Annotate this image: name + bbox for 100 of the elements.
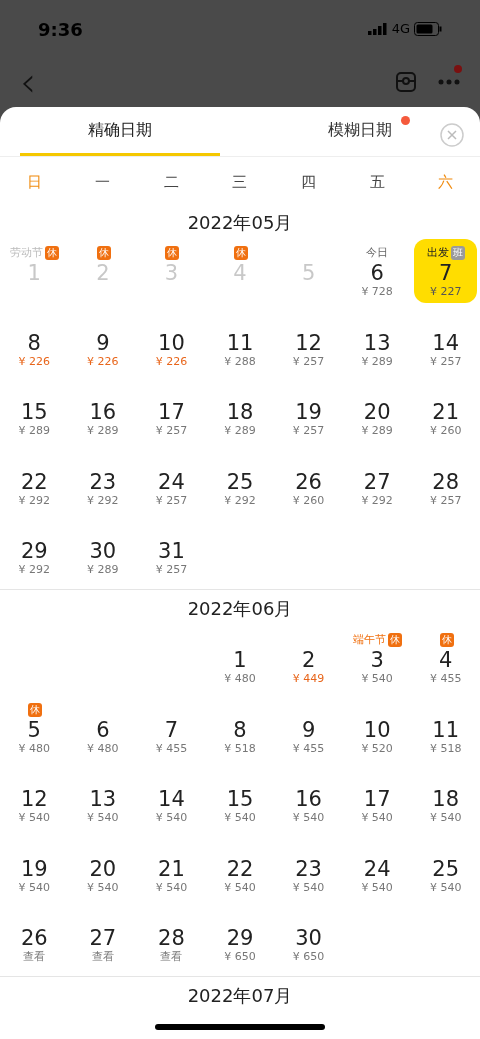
date-cell[interactable]: 8 ¥ 518 [208, 695, 272, 760]
date-cell[interactable]: 28 ¥ 257 [414, 447, 477, 512]
date-cell[interactable]: 出发 班 7 ¥ 227 [414, 239, 477, 303]
date-cell[interactable]: 1 ¥ 480 [208, 625, 272, 690]
day-price: ¥ 260 [429, 424, 462, 439]
day-number: 31 [158, 539, 185, 564]
date-cell[interactable]: 17 ¥ 257 [140, 378, 203, 443]
day-price: ¥ 257 [155, 493, 188, 508]
date-cell[interactable]: 30 ¥ 650 [277, 904, 340, 969]
day-number: 30 [295, 926, 322, 951]
date-cell[interactable]: 10 ¥ 226 [140, 308, 203, 373]
date-cell[interactable]: 24 ¥ 257 [140, 447, 203, 512]
day-price: ¥ 540 [292, 880, 325, 895]
day-number: 18 [226, 400, 254, 425]
day-price: ¥ 540 [87, 880, 119, 895]
day-number: 19 [295, 400, 322, 425]
date-cell[interactable]: 25 ¥ 540 [414, 834, 477, 899]
date-cell[interactable]: 休 5 ¥ 480 [3, 695, 66, 760]
day-price: ¥ 289 [361, 424, 393, 439]
date-cell[interactable]: 13 ¥ 540 [71, 765, 135, 830]
holiday-tag: 休 [165, 246, 180, 260]
date-cell[interactable]: 29 ¥ 292 [3, 517, 66, 582]
date-cell[interactable]: 15 ¥ 540 [208, 765, 272, 830]
date-cell[interactable]: 9 ¥ 226 [71, 308, 135, 373]
day-number: 5 [27, 717, 41, 742]
date-cell[interactable]: 22 ¥ 540 [208, 834, 272, 899]
date-cell[interactable]: 27 查看 [71, 904, 135, 969]
date-cell[interactable]: 27 ¥ 292 [345, 447, 409, 512]
day-price: ¥ 292 [18, 493, 51, 508]
more-icon[interactable] [438, 78, 460, 85]
date-cell[interactable]: 休 4 ¥ 455 [414, 625, 477, 690]
day-number: 12 [295, 330, 322, 355]
date-cell[interactable]: 端午节 休 3 ¥ 540 [345, 625, 409, 690]
date-cell[interactable]: 31 ¥ 257 [140, 517, 203, 582]
date-cell[interactable]: 19 ¥ 540 [3, 834, 66, 899]
close-icon[interactable] [440, 123, 464, 147]
date-cell[interactable]: 21 ¥ 260 [414, 378, 477, 443]
date-mode-tab[interactable]: 精确日期 [20, 107, 220, 156]
date-cell[interactable]: 12 ¥ 540 [3, 765, 66, 830]
date-cell[interactable]: 10 ¥ 520 [345, 695, 409, 760]
date-cell[interactable]: 11 ¥ 518 [414, 695, 477, 760]
date-cell[interactable]: 29 ¥ 650 [208, 904, 272, 969]
day-price: ¥ 455 [155, 741, 188, 756]
date-cell[interactable]: 23 ¥ 540 [277, 834, 340, 899]
date-cell[interactable]: 8 ¥ 226 [3, 308, 66, 373]
weekday-label: 三 [231, 171, 249, 193]
day-price: ¥ 480 [87, 741, 119, 756]
day-price: ¥ 520 [361, 741, 393, 756]
camera-icon[interactable] [396, 71, 416, 92]
date-cell[interactable]: 16 ¥ 289 [71, 378, 135, 443]
date-cell[interactable]: 14 ¥ 540 [140, 765, 203, 830]
date-cell[interactable]: 28 查看 [140, 904, 203, 969]
date-cell[interactable]: 26 查看 [3, 904, 66, 969]
date-mode-tab[interactable]: 模糊日期 [260, 107, 460, 156]
date-cell[interactable]: 12 ¥ 257 [277, 308, 340, 373]
day-number: 14 [432, 330, 460, 355]
day-price: ¥ 292 [361, 493, 393, 508]
date-cell[interactable]: 30 ¥ 289 [71, 517, 135, 582]
day-price: ¥ 257 [429, 493, 462, 508]
day-number: 10 [158, 330, 185, 355]
day-number: 23 [89, 469, 117, 494]
date-cell[interactable]: 18 ¥ 289 [208, 378, 272, 443]
date-cell[interactable]: 今日 6 ¥ 728 [345, 239, 409, 303]
date-cell[interactable]: 18 ¥ 540 [414, 765, 477, 830]
date-cell[interactable]: 11 ¥ 288 [208, 308, 272, 373]
holiday-tag: 休 [387, 632, 402, 647]
day-number: 12 [20, 787, 48, 812]
date-cell[interactable]: 26 ¥ 260 [277, 447, 340, 512]
day-number: 28 [432, 469, 460, 494]
day-price: ¥ 540 [155, 811, 188, 826]
date-cell[interactable]: 2 ¥ 449 [277, 625, 340, 690]
date-cell[interactable]: 22 ¥ 292 [3, 447, 66, 512]
date-cell[interactable]: 20 ¥ 289 [345, 378, 409, 443]
date-cell[interactable]: 20 ¥ 540 [71, 834, 135, 899]
date-cell[interactable]: 17 ¥ 540 [345, 765, 409, 830]
day-price: ¥ 289 [18, 424, 51, 439]
date-cell[interactable]: 21 ¥ 540 [140, 834, 203, 899]
day-note: 端午节 [352, 632, 386, 647]
date-cell[interactable]: 19 ¥ 257 [277, 378, 340, 443]
date-cell[interactable]: 14 ¥ 257 [414, 308, 477, 373]
date-cell[interactable]: 23 ¥ 292 [71, 447, 135, 512]
day-number: 4 [439, 647, 453, 672]
day-number: 22 [226, 856, 254, 881]
date-cell[interactable]: 9 ¥ 455 [277, 695, 340, 760]
day-number: 1 [233, 647, 247, 672]
day-price: ¥ 226 [155, 354, 188, 369]
day-number: 8 [27, 330, 41, 355]
date-cell[interactable]: 24 ¥ 540 [345, 834, 409, 899]
date-cell[interactable]: 6 ¥ 480 [71, 695, 135, 760]
date-cell[interactable]: 15 ¥ 289 [3, 378, 66, 443]
battery-icon [414, 22, 442, 36]
date-cell[interactable]: 25 ¥ 292 [208, 447, 272, 512]
day-number: 9 [301, 717, 316, 742]
date-cell[interactable]: 13 ¥ 289 [345, 308, 409, 373]
date-cell[interactable]: 16 ¥ 540 [277, 765, 340, 830]
day-number: 17 [363, 787, 391, 812]
day-price: ¥ 292 [224, 493, 256, 508]
day-number: 27 [89, 926, 117, 951]
day-number: 30 [89, 539, 117, 564]
date-cell[interactable]: 7 ¥ 455 [140, 695, 203, 760]
